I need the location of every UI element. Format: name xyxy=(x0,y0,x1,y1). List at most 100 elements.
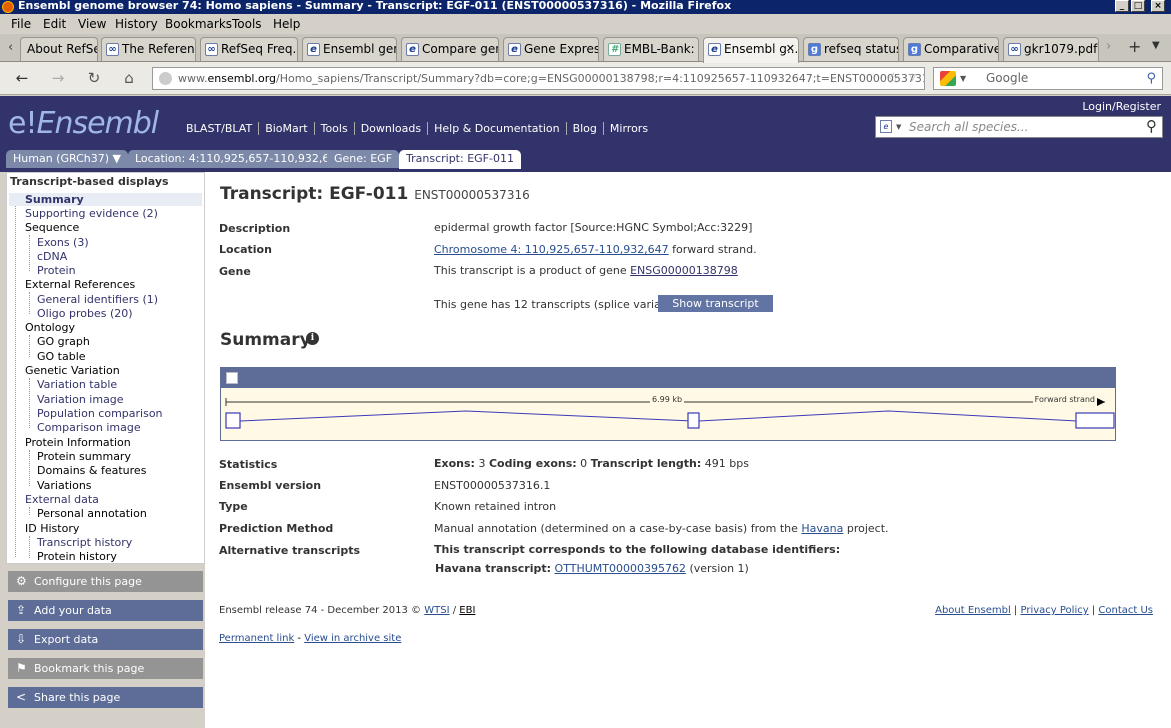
havana-transcript-link[interactable]: OTTHUMT00000395762 xyxy=(555,562,686,575)
search-icon[interactable]: ⚲ xyxy=(1146,68,1156,89)
nav-link-downloads[interactable]: Downloads xyxy=(354,122,429,135)
tab-about-refseq[interactable]: About RefSe... xyxy=(20,37,98,61)
sidebar-item-go-table[interactable]: GO table xyxy=(37,350,86,363)
ensembl-logo[interactable]: e!Ensembl xyxy=(8,103,159,141)
sidebar-item-ontology[interactable]: Ontology xyxy=(25,321,75,334)
engine-dropdown-icon[interactable]: ▼ xyxy=(960,68,966,89)
sidebar-item-protein[interactable]: Protein xyxy=(37,264,76,277)
menu-tools[interactable]: Tools xyxy=(232,17,262,31)
home-icon[interactable]: ⌂ xyxy=(117,68,141,88)
sidebar-item-protein-summary[interactable]: Protein summary xyxy=(37,450,131,463)
tab-compare-gen[interactable]: eCompare gen... xyxy=(401,37,499,61)
tab-gkr1079-pdf[interactable]: ∞gkr1079.pdf ... xyxy=(1003,37,1099,61)
nav-link-biomart[interactable]: BioMart xyxy=(259,122,315,135)
about-ensembl-link[interactable]: About Ensembl xyxy=(935,605,1011,616)
tab-transcript[interactable]: Transcript: EGF-011 xyxy=(399,150,521,169)
nav-link-mirrors[interactable]: Mirrors xyxy=(604,122,654,135)
menu-bookmarks[interactable]: Bookmarks xyxy=(165,17,232,31)
menu-edit[interactable]: Edit xyxy=(43,17,66,31)
url-history-dropdown-icon[interactable]: ▽ xyxy=(909,68,916,89)
tab-gene-expres[interactable]: eGene Expres... xyxy=(503,37,599,61)
sidebar-item-cdna[interactable]: cDNA xyxy=(37,250,67,263)
release-text: Ensembl release 74 - December 2013 © xyxy=(219,605,425,616)
image-export-icon[interactable] xyxy=(226,372,238,384)
nav-link-blog[interactable]: Blog xyxy=(566,122,604,135)
back-arrow-icon[interactable]: ← xyxy=(10,68,34,88)
info-icon[interactable]: i xyxy=(306,332,319,345)
sidebar-item-comparison-image[interactable]: Comparison image xyxy=(37,421,141,434)
havana-link[interactable]: Havana xyxy=(801,522,843,535)
tab-gene[interactable]: Gene: EGF xyxy=(327,150,400,168)
forward-arrow-icon[interactable]: → xyxy=(46,68,70,88)
list-tabs-icon[interactable]: ▼ xyxy=(1152,40,1160,51)
bookmark-page-button[interactable]: ⚑ Bookmark this page xyxy=(8,658,203,679)
tab-comparative[interactable]: gComparative ... xyxy=(903,37,999,61)
tab-species[interactable]: Human (GRCh37) ▼ xyxy=(6,150,128,168)
gene-link[interactable]: ENSG00000138798 xyxy=(630,264,738,277)
menu-help[interactable]: Help xyxy=(273,17,300,31)
export-data-button[interactable]: ⇩ Export data xyxy=(8,629,203,650)
search-dropdown-icon[interactable]: ▼ xyxy=(896,117,901,137)
tab-ensembl-g-active[interactable]: e Ensembl g... ✕ xyxy=(703,37,799,63)
close-tab-icon[interactable]: ✕ xyxy=(786,38,795,60)
privacy-policy-link[interactable]: Privacy Policy xyxy=(1020,605,1088,616)
contact-us-link[interactable]: Contact Us xyxy=(1098,605,1153,616)
sidebar-item-transcript-history[interactable]: Transcript history xyxy=(37,536,132,549)
tab-the-reference[interactable]: ∞The Referen... xyxy=(101,37,196,61)
tab-scroll-right-icon[interactable]: › xyxy=(1106,39,1111,54)
sidebar-item-protein-information[interactable]: Protein Information xyxy=(25,436,131,449)
sidebar-item-variation-image[interactable]: Variation image xyxy=(37,393,124,406)
tab-embl-bank[interactable]: #EMBL-Bank: ... xyxy=(603,37,699,61)
new-tab-icon[interactable]: + xyxy=(1128,37,1141,56)
magnifier-icon[interactable]: ⚲ xyxy=(1146,116,1157,136)
sidebar-item-oligo-probes[interactable]: Oligo probes (20) xyxy=(37,307,133,320)
reload-icon[interactable]: ↻ xyxy=(82,68,106,88)
location-link[interactable]: Chromosome 4: 110,925,657-110,932,647 xyxy=(434,243,669,256)
login-register-link[interactable]: Login/Register xyxy=(1082,100,1161,113)
close-window-button[interactable]: × xyxy=(1151,0,1165,12)
archive-link[interactable]: View in archive site xyxy=(304,633,401,644)
sidebar-item-go-graph[interactable]: GO graph xyxy=(37,335,90,348)
sidebar-item-exons[interactable]: Exons (3) xyxy=(37,236,89,249)
show-transcript-table-button[interactable]: Show transcript table xyxy=(658,295,773,327)
sidebar-item-population-comparison[interactable]: Population comparison xyxy=(37,407,163,420)
sidebar-item-protein-history[interactable]: Protein history xyxy=(37,550,117,563)
sidebar-item-supporting-evidence[interactable]: Supporting evidence (2) xyxy=(25,207,158,220)
species-search-input[interactable]: e ▼ Search all species... ⚲ xyxy=(875,116,1163,138)
sidebar-item-external-references[interactable]: External References xyxy=(25,278,135,291)
configure-page-button[interactable]: ⚙ Configure this page xyxy=(8,571,203,592)
permanent-link[interactable]: Permanent link xyxy=(219,633,294,644)
menu-history[interactable]: History xyxy=(115,17,158,31)
add-data-button[interactable]: ⇪ Add your data xyxy=(8,600,203,621)
sidebar-item-variations[interactable]: Variations xyxy=(37,479,92,492)
sidebar-item-variation-table[interactable]: Variation table xyxy=(37,378,117,391)
tab-refseq-status[interactable]: grefseq status... xyxy=(803,37,899,61)
sidebar-item-personal-annotation[interactable]: Personal annotation xyxy=(37,507,147,520)
location-label: Location xyxy=(219,243,272,256)
bookmark-star-icon[interactable]: ☆ xyxy=(887,68,900,89)
url-input[interactable]: www.ensembl.org/Homo_sapiens/Transcript/… xyxy=(152,67,925,90)
tab-refseq-freq[interactable]: ∞ RefSeq Freq... xyxy=(200,37,298,61)
ebi-link[interactable]: EBI xyxy=(459,605,475,616)
maximize-button[interactable]: □ xyxy=(1131,0,1145,12)
menu-view[interactable]: View xyxy=(78,17,106,31)
sidebar-item-genetic-variation[interactable]: Genetic Variation xyxy=(25,364,120,377)
wtsi-link[interactable]: WTSI xyxy=(424,605,449,616)
share-page-button[interactable]: < Share this page xyxy=(8,687,203,708)
sidebar-item-id-history[interactable]: ID History xyxy=(25,522,79,535)
web-search-input[interactable]: ▼ Google ⚲ xyxy=(933,67,1163,90)
nav-link-tools[interactable]: Tools xyxy=(314,122,355,135)
tab-location[interactable]: Location: 4:110,925,657-110,932,647 xyxy=(128,150,351,168)
menu-file[interactable]: File xyxy=(11,17,31,31)
tab-ensembl-gen[interactable]: eEnsembl gen... xyxy=(302,37,397,61)
tab-scroll-left-icon[interactable]: ‹ xyxy=(8,40,13,55)
sidebar-item-general-identifiers[interactable]: General identifiers (1) xyxy=(37,293,158,306)
tab-label: Ensembl gen... xyxy=(323,42,396,56)
nav-link-help[interactable]: Help & Documentation xyxy=(428,122,567,135)
sidebar-item-external-data[interactable]: External data xyxy=(25,493,99,506)
minimize-button[interactable]: _ xyxy=(1115,0,1129,12)
sidebar-item-domains-features[interactable]: Domains & features xyxy=(37,464,146,477)
sidebar-item-sequence[interactable]: Sequence xyxy=(25,221,79,234)
nav-link-blast[interactable]: BLAST/BLAT xyxy=(180,122,260,135)
sidebar-item-summary[interactable]: Summary xyxy=(9,193,202,206)
